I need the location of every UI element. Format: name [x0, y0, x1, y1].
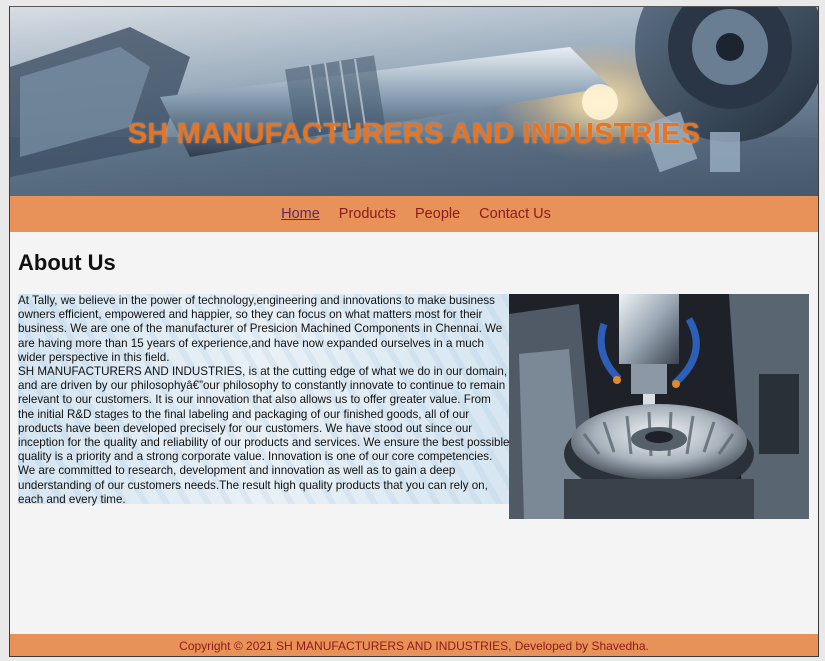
nav-link-people[interactable]: People	[415, 206, 460, 222]
about-text-block: At Tally, we believe in the power of tec…	[18, 294, 510, 506]
machining-banner-image	[10, 7, 818, 196]
site-title: SH MANUFACTURERS AND INDUSTRIES	[127, 118, 701, 150]
cnc-machine-image	[509, 294, 809, 519]
footer: Copyright © 2021 SH MANUFACTURERS AND IN…	[10, 634, 818, 656]
about-paragraph-1: At Tally, we believe in the power of tec…	[18, 294, 503, 364]
nav-link-products[interactable]: Products	[339, 206, 396, 222]
nav-link-contact-us[interactable]: Contact Us	[479, 206, 551, 222]
page-frame: SH MANUFACTURERS AND INDUSTRIES Home Pro…	[9, 6, 819, 657]
main-nav: Home Products People Contact Us	[10, 196, 818, 232]
cnc-gear-illustration	[509, 294, 809, 519]
copyright-text: Copyright © 2021 SH MANUFACTURERS AND IN…	[179, 639, 649, 653]
hero-banner: SH MANUFACTURERS AND INDUSTRIES	[10, 7, 818, 196]
about-paragraph-2: SH MANUFACTURERS AND INDUSTRIES, is at t…	[18, 365, 510, 506]
about-heading: About Us	[18, 250, 116, 275]
nav-link-home[interactable]: Home	[281, 206, 320, 222]
